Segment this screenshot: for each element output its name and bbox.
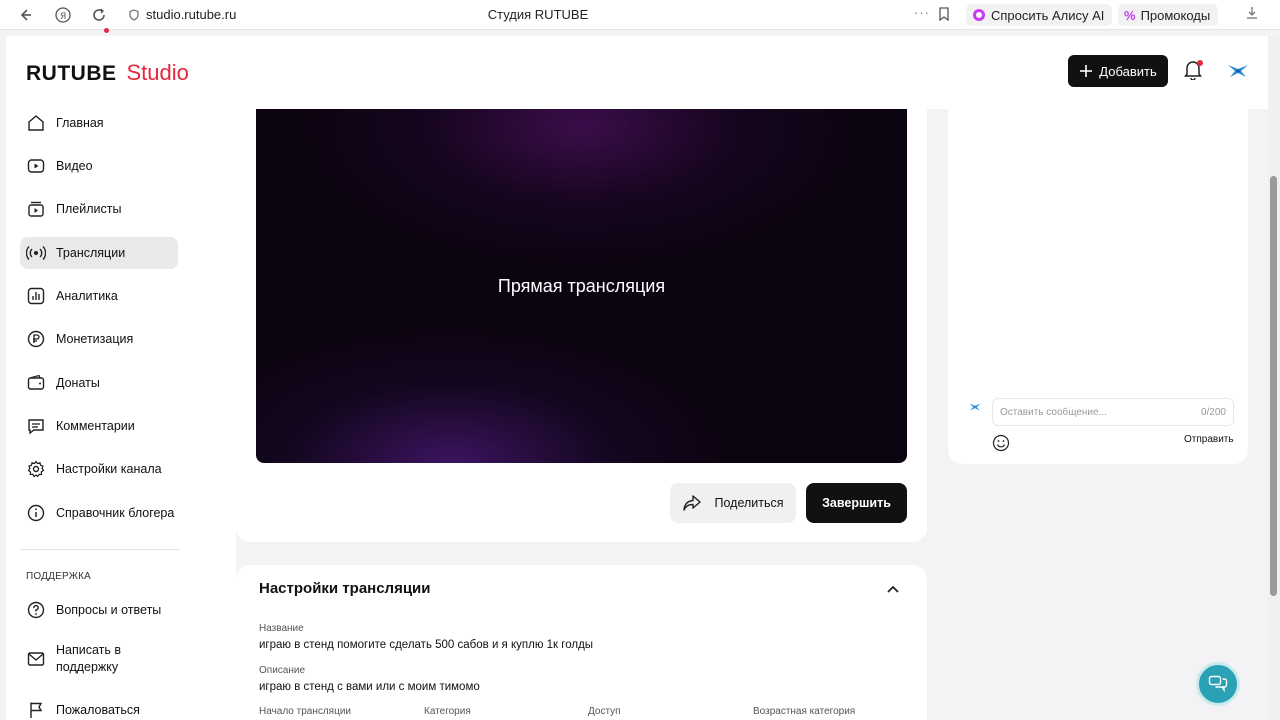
sidebar-item-label: Видео — [56, 159, 93, 173]
sidebar-item-home[interactable]: Главная — [20, 107, 178, 139]
sidebar-item-playlists[interactable]: Плейлисты — [20, 193, 178, 225]
sidebar-item-label: Справочник блогера — [56, 506, 175, 520]
share-button[interactable]: Поделиться — [670, 483, 796, 523]
sidebar-item-broadcasts[interactable]: Трансляции — [20, 237, 178, 269]
sidebar-item-blogger-guide[interactable]: Справочник блогера — [20, 497, 178, 529]
sidebar-item-label: Плейлисты — [56, 202, 122, 216]
add-button[interactable]: Добавить — [1068, 55, 1168, 87]
logo-dot — [104, 28, 109, 33]
studio-app: RUTUBE Studio Добавить Главная Видео Пле… — [6, 28, 1268, 720]
playlist-icon — [26, 199, 46, 219]
settings-icon — [26, 459, 46, 479]
sidebar-item-label: Написать в поддержку — [56, 643, 122, 674]
sidebar-item-faq[interactable]: Вопросы и ответы — [20, 594, 178, 626]
sidebar-item-label: Трансляции — [56, 246, 126, 260]
add-label: Добавить — [1099, 63, 1157, 79]
sidebar-item-label: Пожаловаться — [56, 703, 140, 717]
broadcast-player-card: Прямая трансляция Поделиться Завершить — [236, 109, 927, 542]
sidebar-item-label: Комментарии — [56, 419, 135, 433]
sidebar-item-label: Донаты — [56, 376, 100, 390]
monetization-icon — [26, 329, 46, 349]
chat-counter: 0/200 — [1200, 406, 1226, 418]
help-chat-button[interactable] — [1196, 662, 1240, 706]
logo-brand: RUTUBE — [26, 62, 117, 85]
share-icon — [683, 495, 702, 511]
promocodes-button[interactable]: % Промокоды — [1118, 4, 1219, 26]
sidebar-item-comments[interactable]: Комментарии — [20, 410, 178, 442]
chat-panel: Оставить сообщение... 0/200 Отправить — [948, 109, 1248, 464]
support-chat-icon — [1208, 675, 1228, 693]
page-scrollbar[interactable] — [1268, 36, 1280, 720]
sidebar-item-monetization[interactable]: Монетизация — [20, 323, 178, 355]
support-heading: ПОДДЕРЖКА — [26, 571, 92, 582]
name-label: Название — [259, 623, 304, 634]
alice-icon — [973, 9, 985, 21]
sidebar-item-label: Вопросы и ответы — [56, 603, 162, 617]
chat-user-avatar — [968, 400, 982, 419]
broadcast-icon — [26, 243, 46, 263]
flag-icon — [26, 700, 46, 720]
chevron-up-icon[interactable] — [886, 581, 900, 599]
main-content: Прямая трансляция Поделиться Завершить Н… — [236, 109, 1268, 720]
donations-icon — [26, 373, 46, 393]
home-icon — [26, 113, 46, 133]
finish-broadcast-button[interactable]: Завершить — [806, 483, 907, 523]
notification-badge — [1197, 60, 1203, 66]
question-icon — [26, 600, 46, 620]
scrollbar-thumb[interactable] — [1270, 176, 1277, 596]
percent-icon: % — [1124, 7, 1136, 23]
video-player[interactable]: Прямая трансляция — [256, 109, 907, 463]
broadcast-settings-card: Настройки трансляции Название играю в ст… — [236, 565, 927, 720]
sidebar-item-label: Главная — [56, 116, 104, 130]
settings-title: Настройки трансляции — [259, 580, 431, 597]
sidebar-item-label: Монетизация — [56, 332, 134, 346]
comments-icon — [26, 416, 46, 436]
emoji-icon[interactable] — [992, 434, 1010, 457]
player-overlay-text: Прямая трансляция — [497, 275, 666, 296]
browser-toolbar: Я studio.rutube.ru Студия RUTUBE ··· Спр… — [0, 0, 1280, 30]
info-icon — [26, 503, 46, 523]
category-label: Категория — [424, 706, 471, 717]
rutube-studio-logo[interactable]: RUTUBE Studio — [26, 28, 189, 86]
plus-icon — [1080, 65, 1093, 77]
download-icon[interactable] — [1246, 6, 1258, 23]
ask-alice-button[interactable]: Спросить Алису AI — [966, 4, 1113, 26]
logo-product: Studio — [126, 60, 189, 85]
chat-placeholder: Оставить сообщение... — [1000, 406, 1107, 418]
app-header: RUTUBE Studio Добавить — [6, 28, 1268, 109]
sidebar-item-analytics[interactable]: Аналитика — [20, 280, 178, 312]
video-icon — [26, 156, 46, 176]
bookmark-icon[interactable] — [938, 7, 950, 24]
ask-alice-label: Спросить Алису AI — [991, 7, 1105, 23]
channel-avatar[interactable] — [1226, 59, 1250, 88]
name-value: играю в стенд помогите сделать 500 сабов… — [259, 639, 594, 651]
share-label: Поделиться — [714, 496, 784, 510]
chat-message-input[interactable]: Оставить сообщение... 0/200 — [992, 398, 1234, 426]
promocodes-label: Промокоды — [1140, 7, 1211, 23]
sidebar-item-donations[interactable]: Донаты — [20, 367, 178, 399]
sidebar: Главная Видео Плейлисты Трансляции Анали… — [6, 109, 236, 720]
sidebar-item-label: Аналитика — [56, 289, 118, 303]
sidebar-divider — [20, 549, 180, 550]
age-category-label: Возрастная категория — [753, 706, 856, 717]
sidebar-item-video[interactable]: Видео — [20, 150, 178, 182]
analytics-icon — [26, 286, 46, 306]
description-value: играю в стенд с вами или с моим тимомо — [259, 681, 480, 693]
sidebar-item-channel-settings[interactable]: Настройки канала — [20, 453, 178, 485]
send-message-button[interactable]: Отправить — [1184, 434, 1234, 445]
start-time-label: Начало трансляции — [259, 706, 351, 717]
sidebar-item-label: Настройки канала — [56, 462, 162, 476]
more-icon[interactable]: ··· — [914, 5, 930, 20]
mail-icon — [26, 649, 46, 669]
description-label: Описание — [259, 665, 306, 676]
access-label: Доступ — [588, 706, 621, 717]
sidebar-item-contact-support[interactable]: Написать в поддержку — [20, 639, 178, 679]
sidebar-item-report[interactable]: Пожаловаться — [20, 694, 178, 720]
